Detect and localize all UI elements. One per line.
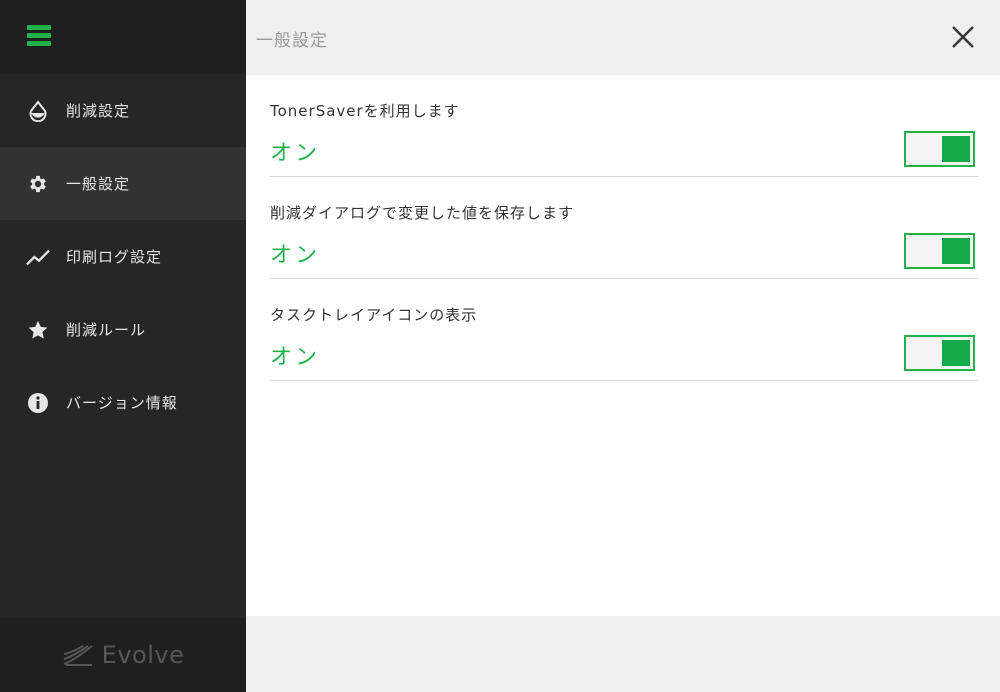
tray-icon-toggle[interactable] (904, 335, 975, 371)
toggle-knob (942, 340, 970, 366)
page-title: 一般設定 (256, 31, 328, 51)
star-icon (26, 318, 50, 342)
sidebar-item-label: 削減設定 (66, 102, 131, 120)
setting-state: オン (270, 345, 321, 370)
setting-row-save-dialog-values: 削減ダイアログで変更した値を保存します オン (270, 177, 978, 279)
close-button[interactable] (950, 24, 976, 50)
sidebar-item-reduction-settings[interactable]: 削減設定 (0, 74, 246, 147)
sidebar-item-reduction-rules[interactable]: 削減ルール (0, 293, 246, 366)
setting-label: タスクトレイアイコンの表示 (270, 306, 478, 324)
hamburger-menu-icon[interactable] (27, 25, 51, 47)
toggle-knob (942, 238, 970, 264)
header: 一般設定 (246, 0, 1000, 75)
save-dialog-values-toggle[interactable] (904, 233, 975, 269)
settings-panel: TonerSaverを利用します オン 削減ダイアログで変更した値を保存します … (246, 75, 1000, 616)
close-icon (952, 26, 974, 48)
setting-row-tonersaver: TonerSaverを利用します オン (270, 75, 978, 177)
app-window: 削減設定 一般設定 印刷ログ設定 削減ルール バージョン情報 Evolve 一般… (0, 0, 1000, 692)
trend-icon (26, 245, 50, 269)
tonersaver-toggle[interactable] (904, 131, 975, 167)
gear-icon (26, 172, 50, 196)
setting-row-tray-icon: タスクトレイアイコンの表示 オン (270, 279, 978, 381)
sidebar-item-label: バージョン情報 (66, 394, 178, 412)
sidebar-item-print-log-settings[interactable]: 印刷ログ設定 (0, 220, 246, 293)
sidebar-item-label: 削減ルール (66, 321, 147, 339)
toggle-knob (942, 136, 970, 162)
sidebar-header (0, 0, 246, 74)
sidebar-item-version-info[interactable]: バージョン情報 (0, 366, 246, 439)
evolve-logo-icon (63, 645, 93, 666)
setting-state: オン (270, 141, 321, 166)
logo-text: Evolve (101, 641, 185, 669)
sidebar-footer: Evolve (0, 618, 246, 692)
setting-label: TonerSaverを利用します (270, 102, 460, 120)
footer-bar (246, 616, 1000, 692)
setting-label: 削減ダイアログで変更した値を保存します (270, 204, 575, 222)
sidebar-item-general-settings[interactable]: 一般設定 (0, 147, 246, 220)
sidebar-item-label: 一般設定 (66, 175, 131, 193)
sidebar-item-label: 印刷ログ設定 (66, 248, 163, 266)
setting-state: オン (270, 243, 321, 268)
drop-icon (26, 99, 50, 123)
info-icon (26, 391, 50, 415)
evolve-logo: Evolve (62, 641, 185, 669)
sidebar: 削減設定 一般設定 印刷ログ設定 削減ルール バージョン情報 Evolve (0, 0, 246, 692)
